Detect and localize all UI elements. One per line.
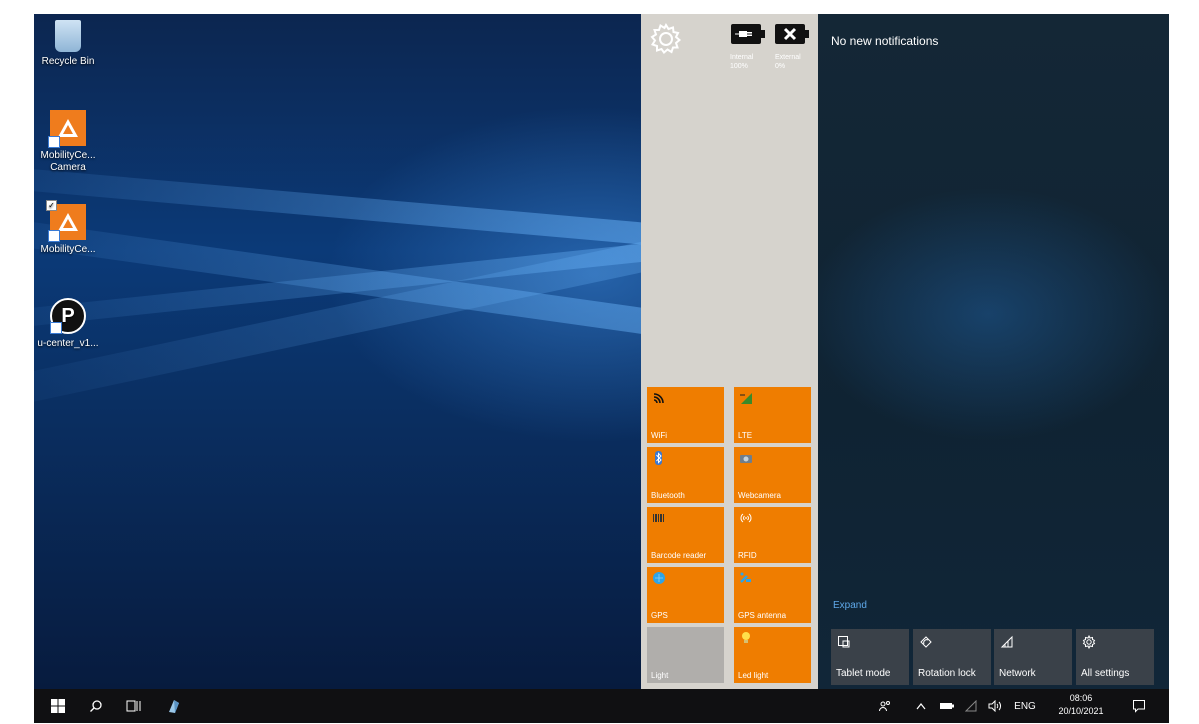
selection-checkbox-icon[interactable]: ✓ [46, 200, 57, 211]
rotation-lock-icon [920, 636, 932, 648]
language-indicator[interactable]: ENG [1010, 689, 1040, 723]
shortcut-arrow-icon [48, 136, 60, 148]
no-notifications-text: No new notifications [831, 34, 939, 48]
chevron-up-icon [916, 703, 926, 710]
desktop-icon-mobility-center-camera[interactable]: MobilityCe... Camera [34, 110, 102, 174]
start-button[interactable] [40, 689, 76, 723]
search-icon [90, 700, 102, 712]
desktop-icon-label: Camera [50, 162, 86, 173]
quick-action-label: Rotation lock [918, 668, 976, 679]
tile-wifi[interactable]: WiFi [647, 387, 724, 443]
quick-action-rotation-lock[interactable]: Rotation lock [913, 629, 991, 685]
mobility-center-panel: Internal 100% External 0% WiFi LTE Bluet… [641, 14, 818, 689]
tile-label: Barcode reader [651, 551, 707, 560]
battery-internal-icon [731, 24, 765, 44]
clock-time: 08:06 [1069, 693, 1093, 703]
battery-internal-name: Internal [730, 54, 754, 61]
windows-logo-icon [51, 699, 65, 713]
clock[interactable]: 08:06 20/10/2021 [1051, 692, 1111, 718]
quick-action-network[interactable]: Network [994, 629, 1072, 685]
notification-icon [1133, 700, 1145, 713]
search-button[interactable] [78, 689, 114, 723]
lte-icon [740, 393, 752, 404]
wifi-icon [653, 393, 664, 404]
desktop-icon-label: MobilityCe... [40, 150, 96, 161]
cellular-signal-icon [965, 700, 977, 712]
rfid-icon [740, 513, 752, 523]
bluetooth-icon [655, 451, 662, 465]
network-tray-button[interactable] [960, 689, 982, 723]
gps-icon [653, 572, 665, 584]
quick-action-label: Tablet mode [836, 668, 891, 679]
desktop-icon-label: u-center_v1... [37, 338, 99, 349]
battery-internal-label: Internal 100% [730, 53, 753, 71]
volume-icon [988, 700, 1001, 712]
gps-antenna-icon [740, 572, 751, 583]
tile-label: Webcamera [738, 491, 781, 500]
action-center: No new notifications Expand Tablet mode … [818, 14, 1169, 689]
people-icon [879, 701, 890, 712]
shortcut-arrow-icon [50, 322, 62, 334]
desktop: Recycle Bin MobilityCe... Camera ✓ Mobil… [34, 14, 641, 689]
task-view-icon [126, 700, 141, 712]
volume-tray-button[interactable] [984, 689, 1006, 723]
recycle-bin-icon [55, 20, 81, 52]
webcamera-icon [740, 455, 752, 463]
clock-date: 20/10/2021 [1058, 706, 1104, 716]
tile-label: Light [651, 671, 669, 680]
mobility-center-icon: ✓ [46, 200, 86, 242]
desktop-icon-u-center[interactable]: P u-center_v1... [34, 298, 102, 350]
tile-led-light[interactable]: Led light [734, 627, 811, 683]
quick-action-tablet-mode[interactable]: Tablet mode [831, 629, 909, 685]
action-center-button[interactable] [1124, 689, 1154, 723]
settings-gear-icon[interactable] [649, 22, 683, 56]
desktop-icon-label: MobilityCe... [40, 244, 96, 255]
network-icon [1000, 635, 1013, 648]
show-hidden-icons-button[interactable] [910, 689, 932, 723]
tile-label: Bluetooth [651, 491, 685, 500]
desktop-icon-label: Recycle Bin [41, 56, 95, 67]
quick-action-all-settings[interactable]: All settings [1076, 629, 1154, 685]
tile-label: GPS [651, 611, 668, 620]
led-light-icon [742, 632, 750, 643]
quick-action-label: All settings [1081, 668, 1130, 679]
tile-gps-antenna[interactable]: GPS antenna [734, 567, 811, 623]
quick-action-label: Network [999, 668, 1036, 679]
tile-gps[interactable]: GPS [647, 567, 724, 623]
u-center-glyph: P [61, 305, 75, 327]
barcode-icon [653, 514, 664, 522]
tile-label: WiFi [651, 431, 667, 440]
tile-lte[interactable]: LTE [734, 387, 811, 443]
screen: Recycle Bin MobilityCe... Camera ✓ Mobil… [34, 14, 1169, 723]
settings-icon [1082, 635, 1096, 649]
tablet-mode-icon [838, 636, 850, 648]
tile-label: RFID [738, 551, 757, 560]
tile-label: LTE [738, 431, 753, 440]
battery-external-icon [775, 24, 809, 44]
app-icon [169, 700, 179, 713]
battery-icon [940, 703, 954, 709]
battery-tray-button[interactable] [936, 689, 958, 723]
tile-label: GPS antenna [738, 611, 787, 620]
tile-webcamera[interactable]: Webcamera [734, 447, 811, 503]
taskbar: ENG 08:06 20/10/2021 [34, 689, 1169, 723]
expand-link[interactable]: Expand [833, 600, 867, 611]
tile-light[interactable]: Light [647, 627, 724, 683]
tile-bluetooth[interactable]: Bluetooth [647, 447, 724, 503]
mobility-center-camera-icon [48, 110, 86, 148]
battery-internal-value: 100% [730, 63, 748, 70]
battery-external-label: External 0% [775, 53, 801, 71]
tile-rfid[interactable]: RFID [734, 507, 811, 563]
tile-label: Led light [738, 671, 769, 680]
task-view-button[interactable] [116, 689, 152, 723]
desktop-icon-recycle-bin[interactable]: Recycle Bin [34, 20, 102, 68]
u-center-icon: P [50, 298, 86, 334]
shortcut-arrow-icon [48, 230, 60, 242]
battery-external-value: 0% [775, 63, 786, 70]
battery-external-name: External [775, 54, 801, 61]
taskbar-app-mobility[interactable] [156, 689, 192, 723]
tile-barcode-reader[interactable]: Barcode reader [647, 507, 724, 563]
people-button[interactable] [874, 689, 896, 723]
desktop-icon-mobility-center[interactable]: ✓ MobilityCe... [34, 200, 102, 256]
